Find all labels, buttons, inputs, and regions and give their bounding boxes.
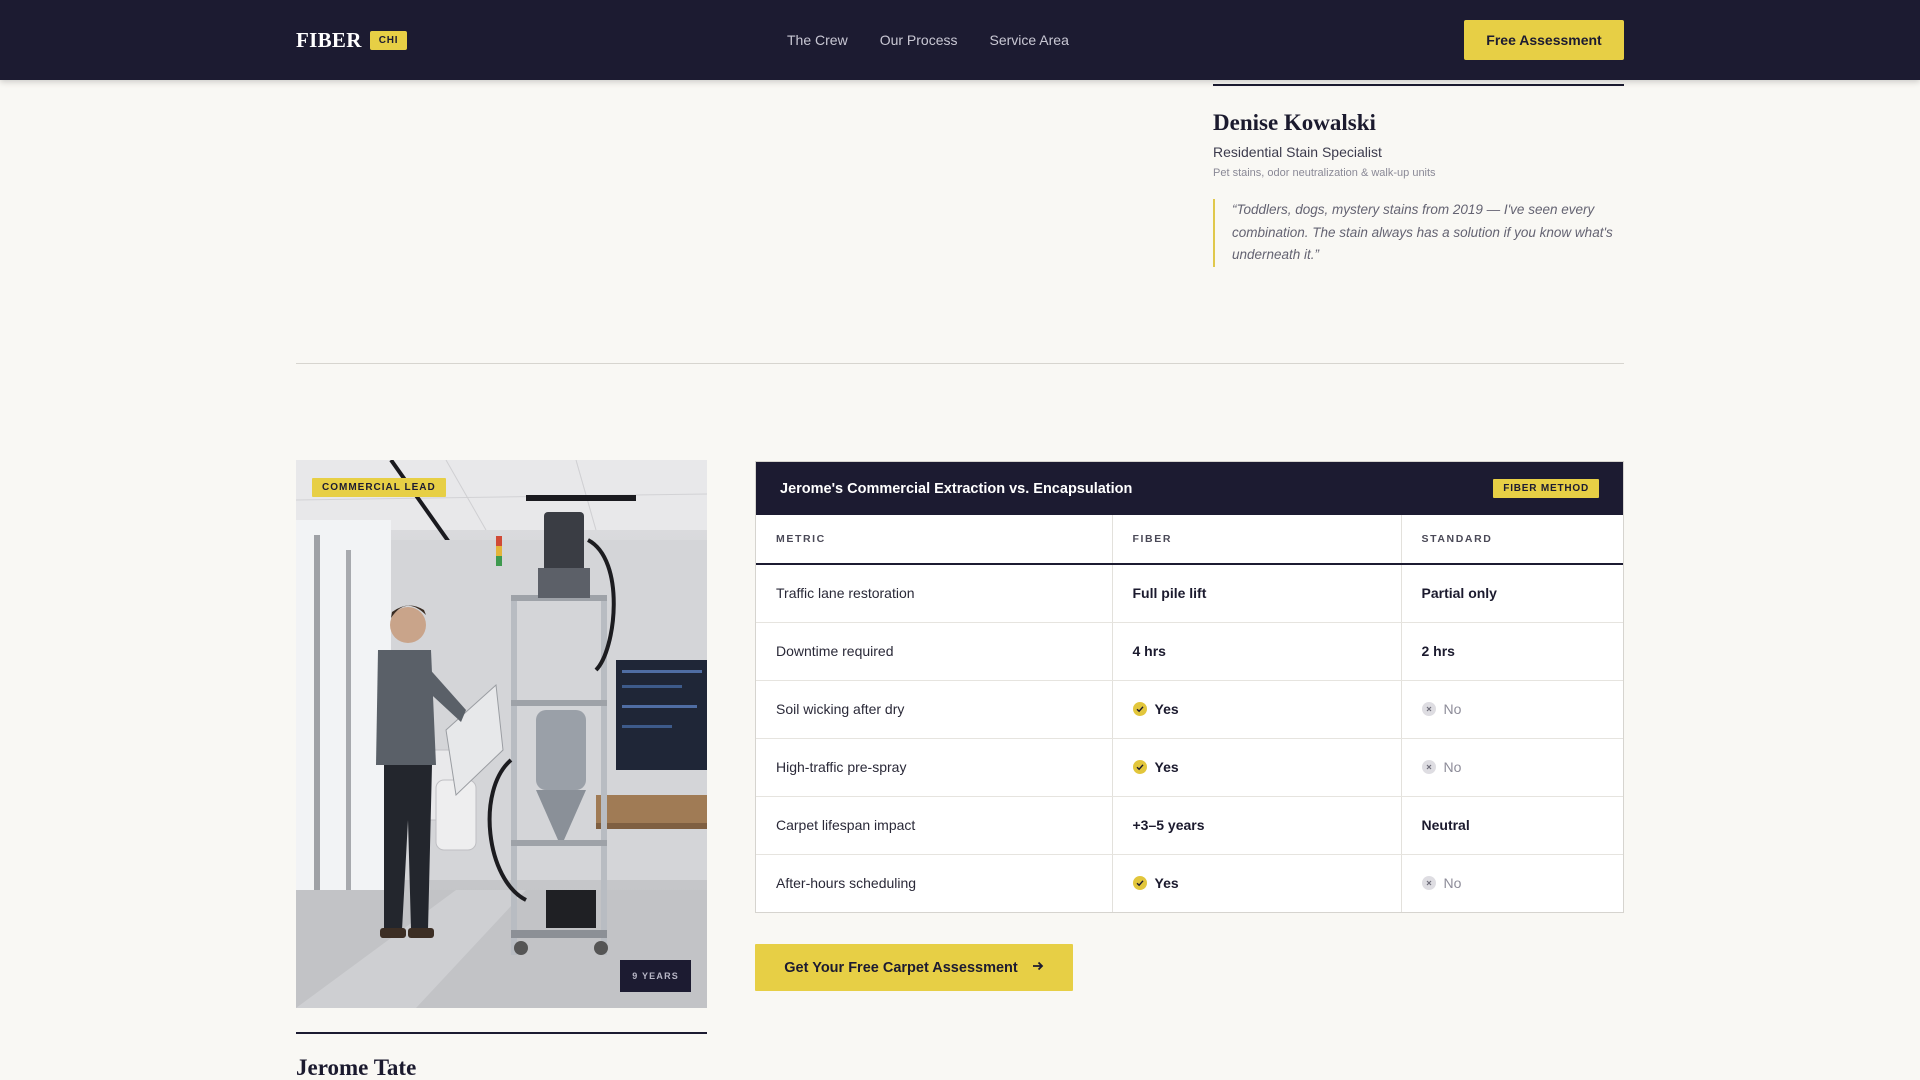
standard-value: No <box>1443 759 1462 775</box>
table-row: Traffic lane restoration Full pile lift … <box>756 564 1623 623</box>
main-nav: The Crew Our Process Service Area <box>787 0 1069 80</box>
metric-cell: Traffic lane restoration <box>756 564 1113 623</box>
comparison-table: METRIC FIBER STANDARD Traffic lane resto… <box>756 515 1623 912</box>
fiber-cell: Full pile lift <box>1112 564 1402 623</box>
fiber-value: Yes <box>1154 701 1179 717</box>
fiber-value: Yes <box>1154 875 1179 892</box>
metric-cell: Soil wicking after dry <box>756 680 1113 739</box>
column-header-standard: STANDARD <box>1401 515 1623 565</box>
fiber-method-badge: FIBER METHOD <box>1493 479 1599 498</box>
table-row: Downtime required 4 hrs 2 hrs <box>756 622 1623 681</box>
table-row: After-hours scheduling Yes No <box>756 854 1623 912</box>
free-assessment-button[interactable]: Free Assessment <box>1464 20 1624 60</box>
comparison-title: Jerome's Commercial Extraction vs. Encap… <box>780 480 1133 497</box>
fiber-cell: Yes <box>1112 680 1402 739</box>
nav-our-process[interactable]: Our Process <box>880 32 958 48</box>
jerome-photo: COMMERCIAL LEAD 9 YEARS <box>296 460 707 1008</box>
years-badge: 9 YEARS <box>620 960 691 992</box>
nav-service-area[interactable]: Service Area <box>990 32 1069 48</box>
column-header-fiber: FIBER <box>1112 515 1402 565</box>
crew-member-name: Jerome Tate <box>296 1055 417 1080</box>
crew-member-role: Residential Stain Specialist <box>1213 144 1382 160</box>
standard-cell: No <box>1401 680 1623 739</box>
x-icon <box>1421 760 1436 774</box>
site-header: FIBER CHI The Crew Our Process Service A… <box>0 0 1920 80</box>
crew-member-name: Denise Kowalski <box>1213 110 1376 135</box>
x-icon <box>1421 876 1436 891</box>
role-badge: COMMERCIAL LEAD <box>312 478 446 497</box>
table-row: Carpet lifespan impact +3–5 years Neutra… <box>756 796 1623 855</box>
fiber-value: Yes <box>1154 759 1179 775</box>
metric-cell: After-hours scheduling <box>756 854 1113 912</box>
check-icon <box>1132 876 1147 891</box>
standard-cell: Neutral <box>1401 796 1623 855</box>
comparison-table-card: Jerome's Commercial Extraction vs. Encap… <box>755 461 1624 913</box>
section-divider <box>296 363 1624 364</box>
standard-cell: No <box>1401 738 1623 797</box>
brand-city-badge: CHI <box>369 30 408 50</box>
card-top-rule <box>296 1032 707 1034</box>
standard-value: No <box>1443 701 1462 717</box>
standard-cell: Partial only <box>1401 564 1623 623</box>
brand-name: FIBER <box>296 27 362 52</box>
free-carpet-assessment-button[interactable]: Get Your Free Carpet Assessment <box>755 944 1073 991</box>
standard-value: No <box>1443 875 1462 892</box>
brand-logo[interactable]: FIBER CHI <box>296 27 408 53</box>
crew-member-quote: “Toddlers, dogs, mystery stains from 201… <box>1213 199 1624 267</box>
fiber-cell: +3–5 years <box>1112 796 1402 855</box>
x-icon <box>1421 702 1436 716</box>
nav-the-crew[interactable]: The Crew <box>787 32 848 48</box>
cta-label: Get Your Free Carpet Assessment <box>784 959 1018 976</box>
comparison-header: Jerome's Commercial Extraction vs. Encap… <box>756 462 1623 515</box>
metric-cell: High-traffic pre-spray <box>756 738 1113 797</box>
metric-cell: Carpet lifespan impact <box>756 796 1113 855</box>
fiber-cell: Yes <box>1112 854 1402 912</box>
crew-member-specialty: Pet stains, odor neutralization & walk-u… <box>1213 167 1436 179</box>
metric-cell: Downtime required <box>756 622 1113 681</box>
table-row: High-traffic pre-spray Yes No <box>756 738 1623 797</box>
table-row: Soil wicking after dry Yes No <box>756 680 1623 739</box>
standard-cell: 2 hrs <box>1401 622 1623 681</box>
check-icon <box>1132 760 1147 774</box>
column-header-metric: METRIC <box>756 515 1113 565</box>
card-top-rule <box>1213 84 1624 86</box>
fiber-cell: 4 hrs <box>1112 622 1402 681</box>
technician-machine-illustration <box>296 460 707 1008</box>
fiber-cell: Yes <box>1112 738 1402 797</box>
arrow-right-icon <box>1032 960 1044 976</box>
check-icon <box>1132 702 1147 716</box>
crew-card-denise: Denise Kowalski Residential Stain Specia… <box>1213 84 1624 267</box>
table-header-row: METRIC FIBER STANDARD <box>756 515 1623 565</box>
standard-cell: No <box>1401 854 1623 912</box>
